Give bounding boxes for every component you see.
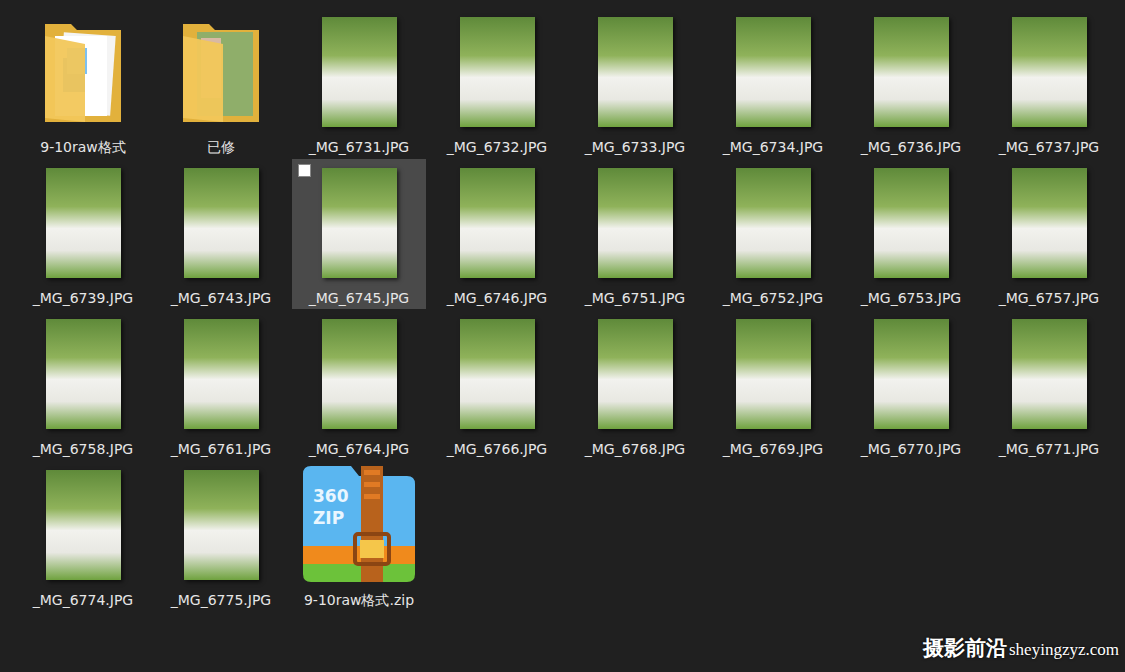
image-thumbnail [184, 470, 259, 580]
image-thumbnail [46, 168, 121, 278]
file-name: 已修 [205, 134, 237, 158]
file-name: _MG_6731.JPG [307, 134, 411, 158]
file-name: _MG_6734.JPG [721, 134, 825, 158]
file-name: _MG_6764.JPG [307, 436, 411, 460]
file-item[interactable]: _MG_6769.JPG [706, 310, 840, 460]
image-thumbnail [874, 319, 949, 429]
file-name: _MG_6766.JPG [445, 436, 549, 460]
file-name: _MG_6758.JPG [31, 436, 135, 460]
folder-icon [179, 18, 263, 126]
file-name: _MG_6757.JPG [997, 285, 1101, 309]
image-thumbnail [184, 319, 259, 429]
file-item[interactable]: _MG_6752.JPG [706, 159, 840, 309]
file-name: 9-10raw格式 [38, 134, 128, 158]
file-grid: 9-10raw格式 已修 _MG_6731.JPG _MG_6732.JPG _… [0, 0, 1125, 611]
image-thumbnail [874, 168, 949, 278]
image-thumbnail [184, 168, 259, 278]
image-thumbnail [736, 168, 811, 278]
image-thumbnail [874, 17, 949, 127]
file-item[interactable]: _MG_6732.JPG [430, 8, 564, 158]
file-item[interactable]: _MG_6771.JPG [982, 310, 1116, 460]
image-thumbnail [46, 470, 121, 580]
file-item[interactable]: 360ZIP 9-10raw格式.zip [292, 461, 426, 611]
file-item[interactable]: _MG_6736.JPG [844, 8, 978, 158]
image-thumbnail [322, 168, 397, 278]
image-thumbnail [1012, 17, 1087, 127]
file-name: _MG_6745.JPG [307, 285, 411, 309]
file-item[interactable]: _MG_6770.JPG [844, 310, 978, 460]
image-thumbnail [598, 17, 673, 127]
zip-archive-icon: 360ZIP [297, 464, 421, 586]
file-item[interactable]: 9-10raw格式 [16, 8, 150, 158]
file-name: _MG_6771.JPG [997, 436, 1101, 460]
file-item[interactable]: _MG_6733.JPG [568, 8, 702, 158]
file-name: _MG_6752.JPG [721, 285, 825, 309]
file-item[interactable]: _MG_6753.JPG [844, 159, 978, 309]
image-thumbnail [460, 17, 535, 127]
file-name: _MG_6736.JPG [859, 134, 963, 158]
image-thumbnail [1012, 319, 1087, 429]
image-thumbnail [460, 319, 535, 429]
file-name: _MG_6746.JPG [445, 285, 549, 309]
image-thumbnail [736, 319, 811, 429]
file-item[interactable]: _MG_6746.JPG [430, 159, 564, 309]
file-name: _MG_6774.JPG [31, 587, 135, 611]
image-thumbnail [1012, 168, 1087, 278]
image-thumbnail [46, 319, 121, 429]
file-name: _MG_6739.JPG [31, 285, 135, 309]
watermark: 摄影前沿 sheyingzyz.com [923, 634, 1119, 662]
file-name: _MG_6743.JPG [169, 285, 273, 309]
image-thumbnail [460, 168, 535, 278]
file-name: _MG_6768.JPG [583, 436, 687, 460]
image-thumbnail [598, 319, 673, 429]
image-thumbnail [598, 168, 673, 278]
file-item[interactable]: _MG_6757.JPG [982, 159, 1116, 309]
file-item[interactable]: _MG_6731.JPG [292, 8, 426, 158]
zip-logo-text: 360 [313, 486, 349, 506]
image-thumbnail [736, 17, 811, 127]
file-item[interactable]: _MG_6734.JPG [706, 8, 840, 158]
file-name: _MG_6761.JPG [169, 436, 273, 460]
file-name: _MG_6737.JPG [997, 134, 1101, 158]
file-explorer: 9-10raw格式 已修 _MG_6731.JPG _MG_6732.JPG _… [0, 0, 1125, 672]
file-name: _MG_6733.JPG [583, 134, 687, 158]
file-item[interactable]: 已修 [154, 8, 288, 158]
item-checkbox[interactable] [298, 164, 311, 177]
image-thumbnail [322, 17, 397, 127]
file-item[interactable]: _MG_6766.JPG [430, 310, 564, 460]
file-item[interactable]: _MG_6745.JPG [292, 159, 426, 309]
file-item[interactable]: _MG_6737.JPG [982, 8, 1116, 158]
file-item[interactable]: _MG_6775.JPG [154, 461, 288, 611]
file-item[interactable]: _MG_6743.JPG [154, 159, 288, 309]
file-item[interactable]: _MG_6768.JPG [568, 310, 702, 460]
file-item[interactable]: _MG_6751.JPG [568, 159, 702, 309]
file-name: _MG_6770.JPG [859, 436, 963, 460]
zip-logo-text: ZIP [313, 508, 344, 528]
file-item[interactable]: _MG_6774.JPG [16, 461, 150, 611]
image-thumbnail [322, 319, 397, 429]
file-item[interactable]: _MG_6758.JPG [16, 310, 150, 460]
file-name: _MG_6751.JPG [583, 285, 687, 309]
file-name: _MG_6753.JPG [859, 285, 963, 309]
folder-icon [41, 18, 125, 126]
file-item[interactable]: _MG_6761.JPG [154, 310, 288, 460]
file-item[interactable]: _MG_6739.JPG [16, 159, 150, 309]
file-name: _MG_6769.JPG [721, 436, 825, 460]
file-name: 9-10raw格式.zip [302, 587, 416, 611]
file-name: _MG_6775.JPG [169, 587, 273, 611]
file-name: _MG_6732.JPG [445, 134, 549, 158]
file-item[interactable]: _MG_6764.JPG [292, 310, 426, 460]
